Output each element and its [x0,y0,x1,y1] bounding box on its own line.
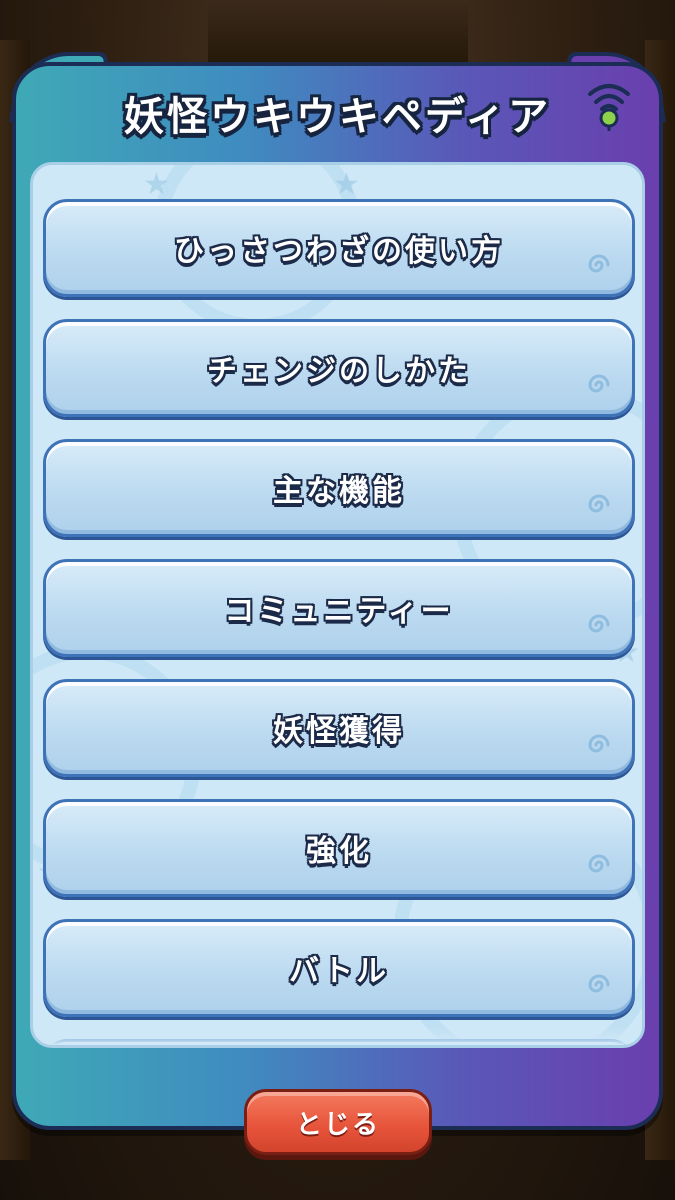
swirl-icon [588,254,610,273]
menu-item-yokai-acquisition[interactable]: 妖怪獲得 [43,679,635,777]
swirl-icon [588,374,610,393]
dialog-title: 妖怪ウキウキペディア [123,94,552,140]
swirl-icon [588,974,610,993]
swirl-icon [588,494,610,513]
menu-item-label: ひっさつわざの使い方 [174,234,504,269]
close-button-label: とじる [295,1109,380,1140]
menu-item-label: コミュニティー [224,594,454,629]
menu-item-special-moves[interactable]: ひっさつわざの使い方 [43,199,635,297]
menu-item-label: 妖怪獲得 [273,714,405,749]
star-decoration: ★ [333,167,360,202]
menu-item-label: チェンジのしかた [207,354,471,389]
menu-item-label: 主な機能 [273,474,405,509]
close-button[interactable]: とじる [244,1089,432,1155]
scroll-fade [33,1025,642,1045]
star-decoration: ★ [143,167,170,202]
menu-item-label: 強化 [306,834,372,869]
menu-item-label: バトル [289,954,389,989]
menu-item-main-features[interactable]: 主な機能 [43,439,635,537]
swirl-icon [588,734,610,753]
menu-item-enhancement[interactable]: 強化 [43,799,635,897]
menu-panel: ★ ★ ★ ★ ひっさつわざの使い方 チェンジのしかた 主な機能 コミュニティー… [30,162,645,1048]
antenna-icon [588,84,630,131]
swirl-icon [588,614,610,633]
menu-item-battle[interactable]: バトル [43,919,635,1017]
menu-item-community[interactable]: コミュニティー [43,559,635,657]
menu-item-change[interactable]: チェンジのしかた [43,319,635,417]
swirl-icon [588,854,610,873]
